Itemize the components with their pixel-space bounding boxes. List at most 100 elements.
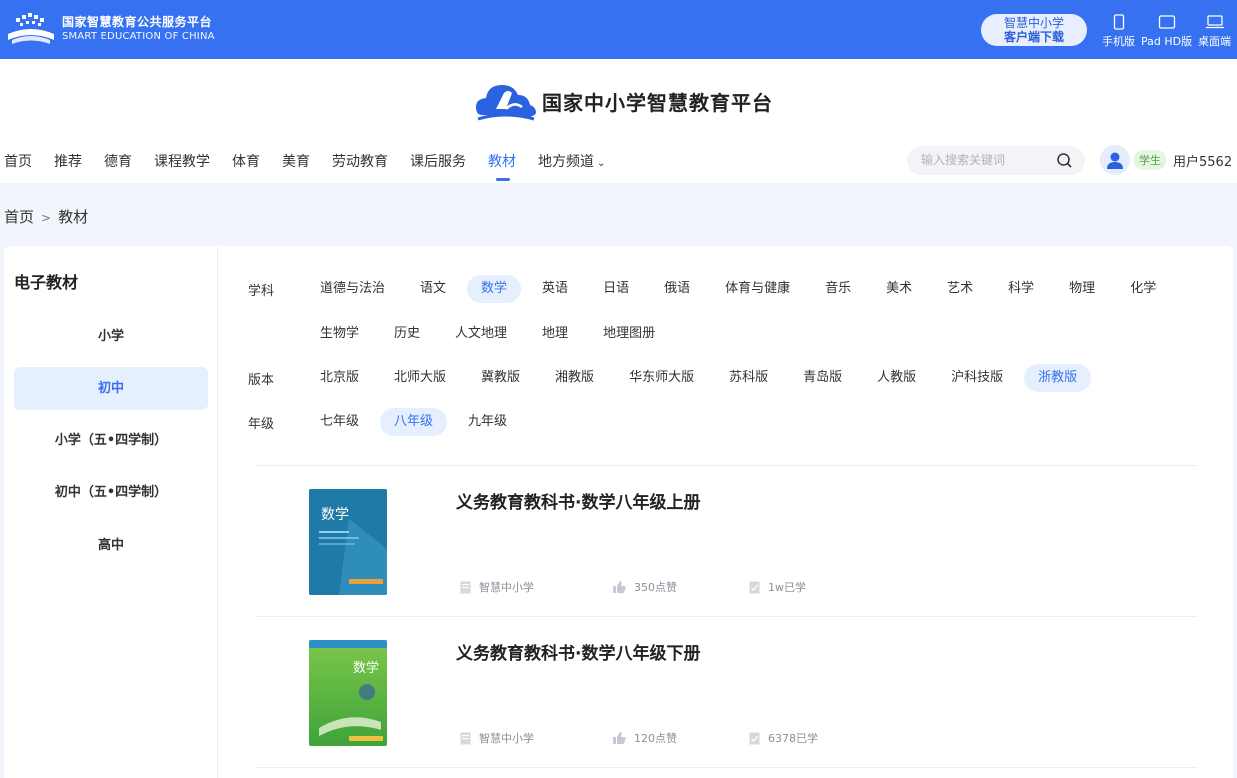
user-menu[interactable]: 学生 用户5562 bbox=[1100, 145, 1232, 175]
nav-home[interactable]: 首页 bbox=[4, 151, 32, 181]
device-desktop[interactable]: 桌面端 bbox=[1198, 14, 1231, 49]
laptop-icon bbox=[1205, 15, 1224, 29]
book-item[interactable]: 数学 义务教育教科书·数学八年级下册 智慧中小学 120点赞 6378已学 bbox=[256, 617, 1197, 767]
nav-recommend[interactable]: 推荐 bbox=[54, 151, 82, 181]
device-phone[interactable]: 手机版 bbox=[1102, 14, 1135, 49]
cloud-logo-icon bbox=[476, 85, 536, 121]
thumb-up-icon bbox=[613, 581, 626, 593]
platform-logo-icon bbox=[8, 13, 54, 44]
brand-name-cn: 国家智慧教育公共服务平台 bbox=[62, 15, 213, 29]
book-learned: 6378已学 bbox=[749, 730, 818, 746]
sidebar-item-senior[interactable]: 高中 bbox=[14, 524, 208, 567]
book-likes-text: 120点赞 bbox=[634, 732, 677, 745]
edition-chip[interactable]: 人教版 bbox=[863, 364, 930, 392]
grade-label: 年级 bbox=[248, 416, 275, 432]
client-download-button[interactable]: 智慧中小学 客户端下载 bbox=[981, 14, 1087, 46]
nav-courses[interactable]: 课程教学 bbox=[154, 151, 210, 181]
grade-chip[interactable]: 七年级 bbox=[306, 408, 373, 436]
device-pad-label: Pad HD版 bbox=[1141, 35, 1193, 48]
subject-chip[interactable]: 道德与法治 bbox=[306, 275, 399, 303]
book-source: 智慧中小学 bbox=[460, 579, 534, 595]
subject-chip[interactable]: 化学 bbox=[1116, 275, 1170, 303]
avatar[interactable] bbox=[1100, 145, 1130, 175]
book-likes: 350点赞 bbox=[613, 579, 677, 595]
subject-chip[interactable]: 语文 bbox=[406, 275, 460, 303]
sidebar-item-junior-54[interactable]: 初中（五•四学制） bbox=[14, 471, 208, 514]
content-card: 电子教材 小学 初中 小学（五•四学制） 初中（五•四学制） 高中 学科 道德与… bbox=[4, 246, 1233, 778]
edition-chip[interactable]: 北京版 bbox=[306, 364, 373, 392]
subject-chip[interactable]: 日语 bbox=[589, 275, 643, 303]
chevron-down-icon: ⌄ bbox=[597, 158, 606, 169]
search-input[interactable] bbox=[921, 153, 1051, 167]
site-header: 国家中小学智慧教育平台 首页 推荐 德育 课程教学 体育 美育 劳动教育 课后服… bbox=[0, 59, 1237, 183]
subject-chip[interactable]: 地理 bbox=[528, 320, 582, 348]
edition-chip[interactable]: 北师大版 bbox=[380, 364, 460, 392]
breadcrumb-home[interactable]: 首页 bbox=[4, 208, 34, 226]
source-icon bbox=[460, 581, 471, 593]
sidebar: 电子教材 小学 初中 小学（五•四学制） 初中（五•四学制） 高中 bbox=[4, 246, 218, 778]
edition-chip-selected[interactable]: 浙教版 bbox=[1024, 364, 1092, 392]
breadcrumb-current: 教材 bbox=[58, 208, 89, 226]
username[interactable]: 用户5562 bbox=[1173, 151, 1232, 170]
nav-moral[interactable]: 德育 bbox=[104, 151, 132, 181]
subject-chip[interactable]: 体育与健康 bbox=[711, 275, 804, 303]
sidebar-title: 电子教材 bbox=[14, 273, 79, 292]
subject-chip[interactable]: 人文地理 bbox=[441, 320, 521, 348]
subject-label: 学科 bbox=[248, 283, 275, 299]
search-icon[interactable] bbox=[1056, 152, 1073, 169]
nav-arts[interactable]: 美育 bbox=[282, 151, 310, 181]
edition-chip[interactable]: 华东师大版 bbox=[615, 364, 708, 392]
sidebar-item-junior[interactable]: 初中 bbox=[14, 367, 208, 410]
nav-labor[interactable]: 劳动教育 bbox=[332, 151, 388, 181]
learned-icon bbox=[749, 581, 760, 593]
nav-local[interactable]: 地方频道 ⌄ bbox=[538, 151, 605, 181]
download-line2: 客户端下载 bbox=[1003, 30, 1064, 44]
breadcrumb-separator: > bbox=[41, 211, 52, 225]
subject-chip[interactable]: 艺术 bbox=[933, 275, 987, 303]
site-title: 国家中小学智慧教育平台 bbox=[542, 90, 773, 115]
source-icon bbox=[460, 732, 471, 744]
subject-chip[interactable]: 物理 bbox=[1055, 275, 1109, 303]
subject-chip[interactable]: 音乐 bbox=[811, 275, 865, 303]
book-item[interactable]: 数学 义务教育教科书·数学八年级上册 智慧中小学 350点赞 1w已学 bbox=[256, 466, 1197, 616]
subject-chip[interactable]: 科学 bbox=[994, 275, 1048, 303]
nav-textbooks[interactable]: 教材 bbox=[488, 151, 516, 181]
book-likes-text: 350点赞 bbox=[634, 581, 677, 594]
edition-chip[interactable]: 青岛版 bbox=[789, 364, 856, 392]
subject-chip[interactable]: 俄语 bbox=[650, 275, 704, 303]
download-line1: 智慧中小学 bbox=[1003, 16, 1064, 30]
edition-chip[interactable]: 苏科版 bbox=[715, 364, 782, 392]
subject-chip[interactable]: 美术 bbox=[872, 275, 926, 303]
top-bar: 国家智慧教育公共服务平台 SMART EDUCATION OF CHINA 智慧… bbox=[0, 0, 1237, 59]
subject-chip-selected[interactable]: 数学 bbox=[467, 275, 522, 303]
sidebar-item-primary[interactable]: 小学 bbox=[14, 315, 208, 358]
book-title[interactable]: 义务教育教科书·数学八年级下册 bbox=[456, 639, 700, 664]
grade-chip[interactable]: 九年级 bbox=[454, 408, 521, 436]
nav-afterschool[interactable]: 课后服务 bbox=[410, 151, 466, 181]
device-pad[interactable]: Pad HD版 bbox=[1141, 14, 1192, 49]
brand-name-en: SMART EDUCATION OF CHINA bbox=[62, 31, 215, 42]
sidebar-item-primary-54[interactable]: 小学（五•四学制） bbox=[14, 419, 208, 462]
book-learned-text: 1w已学 bbox=[768, 581, 806, 594]
role-badge: 学生 bbox=[1134, 150, 1166, 170]
subject-chip[interactable]: 生物学 bbox=[306, 320, 373, 348]
grade-chip-selected[interactable]: 八年级 bbox=[380, 408, 448, 436]
book-learned-text: 6378已学 bbox=[768, 732, 818, 745]
user-avatar-icon bbox=[1107, 152, 1123, 169]
book-likes: 120点赞 bbox=[613, 730, 677, 746]
edition-chip[interactable]: 湘教版 bbox=[541, 364, 608, 392]
site-logo[interactable]: 国家中小学智慧教育平台 bbox=[474, 79, 773, 123]
edition-chip[interactable]: 沪科技版 bbox=[937, 364, 1017, 392]
book-title[interactable]: 义务教育教科书·数学八年级上册 bbox=[456, 488, 700, 513]
subject-chip[interactable]: 历史 bbox=[380, 320, 434, 348]
nav-sports[interactable]: 体育 bbox=[232, 151, 260, 181]
thumb-up-icon bbox=[613, 732, 626, 744]
edition-filter-row: 版本 北京版 北师大版 冀教版 湘教版 华东师大版 苏科版 青岛版 人教版 沪科… bbox=[248, 364, 1098, 392]
edition-chip[interactable]: 冀教版 bbox=[467, 364, 534, 392]
subject-chip[interactable]: 地理图册 bbox=[589, 320, 669, 348]
platform-brand[interactable]: 国家智慧教育公共服务平台 SMART EDUCATION OF CHINA bbox=[4, 10, 215, 48]
book-cover[interactable]: 数学 bbox=[309, 640, 387, 746]
book-learned: 1w已学 bbox=[749, 579, 806, 595]
book-cover[interactable]: 数学 bbox=[309, 489, 387, 595]
subject-chip[interactable]: 英语 bbox=[528, 275, 582, 303]
